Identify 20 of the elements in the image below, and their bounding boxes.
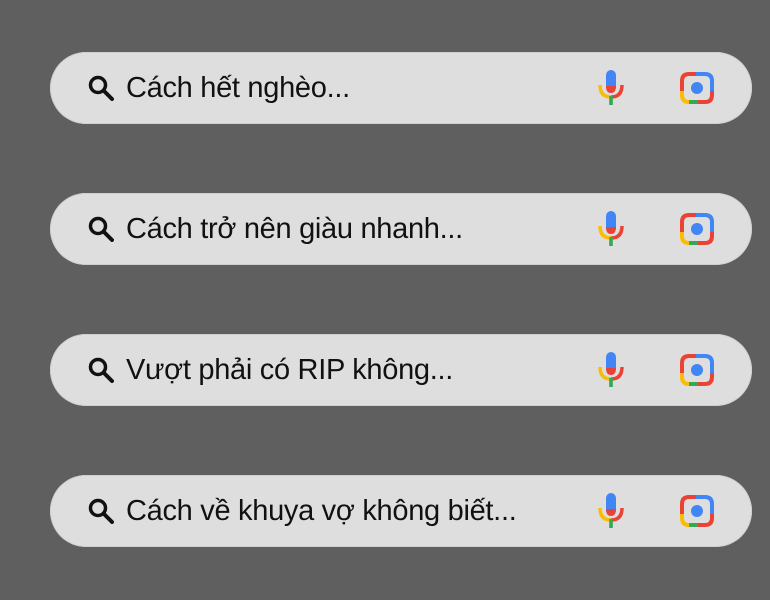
camera-lens-icon[interactable] xyxy=(678,353,716,387)
microphone-icon[interactable] xyxy=(596,492,626,530)
camera-lens-icon[interactable] xyxy=(678,212,716,246)
search-query: Cách về khuya vợ không biết... xyxy=(126,494,518,528)
search-bar[interactable]: Cách trở nên giàu nhanh... xyxy=(50,193,752,265)
microphone-icon[interactable] xyxy=(596,210,626,248)
search-icon xyxy=(88,75,114,101)
microphone-icon[interactable] xyxy=(596,351,626,389)
search-bar[interactable]: Cách về khuya vợ không biết... xyxy=(50,475,752,547)
camera-lens-icon[interactable] xyxy=(678,71,716,105)
search-icon xyxy=(88,216,114,242)
search-bar[interactable]: Vượt phải có RIP không... xyxy=(50,334,752,406)
search-query: Cách hết nghèo... xyxy=(126,72,351,104)
search-bar[interactable]: Cách hết nghèo... xyxy=(50,52,752,124)
search-query: Vượt phải có RIP không... xyxy=(126,354,454,386)
microphone-icon[interactable] xyxy=(596,69,626,107)
search-icon xyxy=(88,498,114,524)
search-query: Cách trở nên giàu nhanh... xyxy=(126,212,464,246)
search-icon xyxy=(88,357,114,383)
camera-lens-icon[interactable] xyxy=(678,494,716,528)
